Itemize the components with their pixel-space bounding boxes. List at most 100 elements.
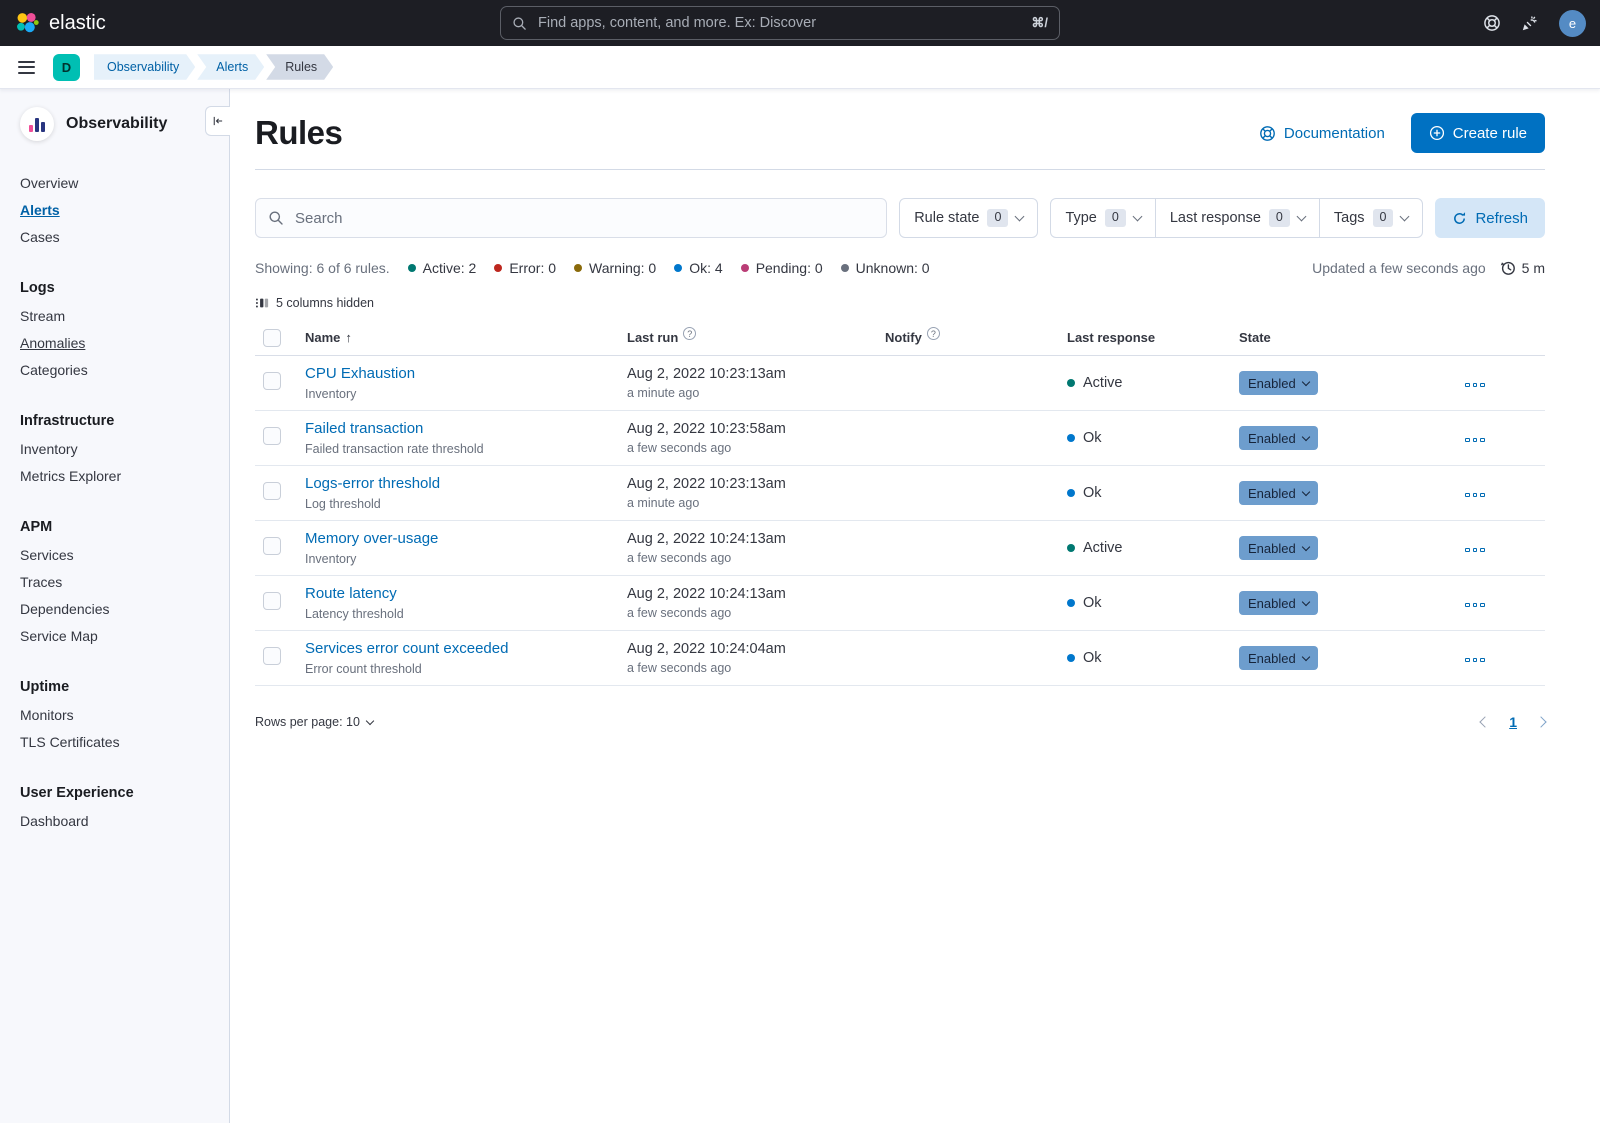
row-actions-icon[interactable]	[1461, 654, 1489, 667]
column-header-state: State	[1239, 330, 1461, 345]
sidebar-item-service-map[interactable]: Service Map	[20, 622, 229, 649]
rule-type: Latency threshold	[305, 607, 627, 621]
chevron-down-icon	[1301, 488, 1309, 496]
rule-state-count: 0	[987, 209, 1008, 227]
row-checkbox[interactable]	[263, 592, 281, 610]
user-avatar[interactable]: e	[1559, 10, 1586, 37]
last-run-relative: a few seconds ago	[627, 606, 885, 620]
status-dot	[574, 264, 582, 272]
state-badge[interactable]: Enabled	[1239, 426, 1318, 450]
sidebar-group: InfrastructureInventoryMetrics Explorer	[20, 407, 229, 489]
rules-search[interactable]	[255, 198, 887, 238]
sidebar-item-tls-certificates[interactable]: TLS Certificates	[20, 728, 229, 755]
elastic-logo-text: elastic	[49, 12, 106, 35]
column-header-last-response: Last response	[1067, 330, 1239, 345]
refresh-label: Refresh	[1475, 210, 1528, 227]
global-search[interactable]: ⌘/	[500, 6, 1060, 40]
news-icon[interactable]	[1521, 14, 1539, 32]
refresh-icon	[1452, 211, 1467, 226]
elastic-logo-icon	[14, 10, 40, 36]
columns-hidden-button[interactable]: 5 columns hidden	[255, 296, 374, 310]
rule-name-link[interactable]: Failed transaction	[305, 420, 423, 437]
row-checkbox[interactable]	[263, 372, 281, 390]
search-shortcut-badge: ⌘/	[1031, 15, 1048, 31]
sidebar-item-metrics-explorer[interactable]: Metrics Explorer	[20, 462, 229, 489]
breadcrumb-item-alerts[interactable]: Alerts	[197, 54, 264, 80]
sidebar-item-alerts[interactable]: Alerts	[20, 196, 229, 223]
row-actions-icon[interactable]	[1461, 599, 1489, 612]
rule-state-filter-group: Rule state 0	[899, 198, 1038, 238]
rule-name-link[interactable]: CPU Exhaustion	[305, 365, 415, 382]
chevron-right-icon[interactable]	[1535, 716, 1546, 727]
row-checkbox[interactable]	[263, 647, 281, 665]
observability-icon	[20, 107, 54, 141]
rule-state-label: Rule state	[914, 210, 979, 226]
select-all-checkbox[interactable]	[263, 329, 281, 347]
rows-per-page-button[interactable]: Rows per page: 10	[255, 715, 373, 729]
state-badge[interactable]: Enabled	[1239, 481, 1318, 505]
global-search-input[interactable]	[536, 14, 1022, 32]
documentation-link[interactable]: Documentation	[1259, 125, 1385, 142]
sidebar-item-traces[interactable]: Traces	[20, 568, 229, 595]
status-stat-active: Active: 2	[408, 260, 477, 276]
sidebar-item-categories[interactable]: Categories	[20, 356, 229, 383]
create-rule-button[interactable]: Create rule	[1411, 113, 1545, 153]
chevron-down-icon	[1301, 543, 1309, 551]
column-header-name[interactable]: Name ↑	[305, 330, 627, 345]
page-number[interactable]: 1	[1509, 714, 1517, 730]
rules-search-input[interactable]	[293, 209, 874, 228]
sidebar-item-anomalies[interactable]: Anomalies	[20, 329, 229, 356]
sidebar-group-header: Logs	[20, 274, 229, 302]
breadcrumb-item-observability[interactable]: Observability	[94, 54, 195, 80]
row-checkbox[interactable]	[263, 427, 281, 445]
sidebar-group-header: Uptime	[20, 673, 229, 701]
last-response-filter[interactable]: Last response 0	[1155, 199, 1319, 237]
sidebar-item-inventory[interactable]: Inventory	[20, 435, 229, 462]
state-badge[interactable]: Enabled	[1239, 536, 1318, 560]
status-stat-ok: Ok: 4	[674, 260, 722, 276]
sidebar-item-overview[interactable]: Overview	[20, 169, 229, 196]
status-stat-label: Active: 2	[423, 260, 477, 276]
refresh-button[interactable]: Refresh	[1435, 198, 1545, 238]
question-icon[interactable]: ?	[683, 327, 696, 340]
sidebar-item-stream[interactable]: Stream	[20, 302, 229, 329]
state-badge[interactable]: Enabled	[1239, 591, 1318, 615]
sidebar-item-services[interactable]: Services	[20, 541, 229, 568]
chevron-left-icon[interactable]	[1480, 716, 1491, 727]
row-actions-icon[interactable]	[1461, 379, 1489, 392]
elastic-logo[interactable]: elastic	[14, 10, 106, 36]
collapse-sidebar-icon[interactable]	[205, 106, 230, 136]
sidebar-item-dashboard[interactable]: Dashboard	[20, 807, 229, 834]
state-badge[interactable]: Enabled	[1239, 371, 1318, 395]
rule-name-link[interactable]: Memory over-usage	[305, 530, 438, 547]
row-actions-icon[interactable]	[1461, 434, 1489, 447]
question-icon[interactable]: ?	[927, 327, 940, 340]
row-actions-icon[interactable]	[1461, 489, 1489, 502]
status-stat-label: Unknown: 0	[856, 260, 930, 276]
sidebar-item-cases[interactable]: Cases	[20, 223, 229, 250]
sidebar-item-monitors[interactable]: Monitors	[20, 701, 229, 728]
table-row: Route latencyLatency thresholdAug 2, 202…	[255, 576, 1545, 631]
space-avatar[interactable]: D	[53, 54, 80, 81]
row-checkbox[interactable]	[263, 482, 281, 500]
rule-name-link[interactable]: Route latency	[305, 585, 397, 602]
row-checkbox[interactable]	[263, 537, 281, 555]
rule-name-link[interactable]: Logs-error threshold	[305, 475, 440, 492]
help-icon[interactable]	[1483, 14, 1501, 32]
state-badge[interactable]: Enabled	[1239, 646, 1318, 670]
status-dot	[841, 264, 849, 272]
status-stat-error: Error: 0	[494, 260, 556, 276]
last-response-count: 0	[1269, 209, 1290, 227]
rule-name-link[interactable]: Services error count exceeded	[305, 640, 508, 657]
tags-filter[interactable]: Tags 0	[1319, 199, 1423, 237]
rule-type: Inventory	[305, 552, 627, 566]
chevron-down-icon	[1301, 598, 1309, 606]
type-label: Type	[1065, 210, 1096, 226]
rule-state-filter[interactable]: Rule state 0	[900, 199, 1037, 237]
refresh-interval-button[interactable]: 5 m	[1500, 260, 1545, 276]
menu-icon[interactable]	[14, 57, 39, 78]
row-actions-icon[interactable]	[1461, 544, 1489, 557]
chevron-down-icon	[366, 717, 374, 725]
type-filter[interactable]: Type 0	[1051, 199, 1154, 237]
sidebar-item-dependencies[interactable]: Dependencies	[20, 595, 229, 622]
